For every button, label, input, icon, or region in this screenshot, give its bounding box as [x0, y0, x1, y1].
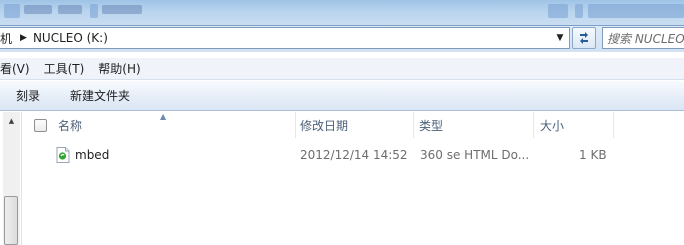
column-header-size[interactable]: 大小 — [534, 112, 614, 138]
breadcrumb-computer[interactable]: 机 — [0, 30, 12, 47]
title-text-blur — [58, 5, 82, 14]
column-header-row: ▲ 名称 修改日期 类型 大小 — [22, 112, 684, 138]
navigation-pane: ▲ — [0, 112, 22, 245]
breadcrumb-drive[interactable]: NUCLEO (K:) — [33, 31, 108, 45]
window-title-bar — [0, 0, 684, 26]
title-refresh[interactable] — [575, 4, 583, 18]
address-bar[interactable]: 机 ▶ NUCLEO (K:) ▼ — [0, 27, 570, 49]
menu-bar: 看(V) 工具(T) 帮助(H) — [0, 58, 684, 80]
title-crumb-arrow — [90, 4, 98, 18]
column-header-modified-label: 修改日期 — [300, 118, 349, 133]
file-type: 360 se HTML Do... — [420, 148, 530, 162]
scroll-thumb[interactable] — [4, 196, 18, 245]
search-placeholder: 搜索 NUCLEO — [607, 31, 684, 46]
menu-help[interactable]: 帮助(H) — [91, 60, 147, 77]
column-header-type[interactable]: 类型 — [414, 112, 534, 138]
search-input[interactable]: 搜索 NUCLEO — [602, 27, 684, 49]
sort-ascending-icon: ▲ — [160, 112, 167, 121]
column-header-name-label: 名称 — [58, 118, 83, 133]
file-name[interactable]: mbed — [75, 143, 109, 167]
navigation-scrollbar[interactable]: ▲ — [3, 112, 20, 245]
column-header-size-label: 大小 — [540, 118, 565, 133]
column-header-type-label: 类型 — [419, 118, 444, 133]
file-row[interactable]: mbed 2012/12/14 14:52 360 se HTML Do... … — [22, 143, 684, 167]
file-modified: 2012/12/14 14:52 — [300, 148, 408, 162]
command-bar: 刻录 新建文件夹 — [0, 81, 684, 111]
html-document-icon — [56, 147, 70, 163]
menu-view[interactable]: 看(V) — [0, 60, 37, 77]
menu-tools[interactable]: 工具(T) — [37, 60, 92, 77]
new-folder-button[interactable]: 新建文件夹 — [62, 87, 138, 104]
refresh-icon — [580, 32, 588, 44]
column-header-modified[interactable]: 修改日期 — [296, 112, 414, 138]
title-dropdown[interactable] — [548, 4, 568, 18]
address-row: 机 ▶ NUCLEO (K:) ▼ 搜索 NUCLEO — [0, 26, 684, 52]
address-history-chevron-down-icon[interactable]: ▼ — [553, 31, 567, 45]
refresh-button[interactable] — [572, 27, 596, 49]
back-button[interactable] — [4, 4, 20, 18]
burn-button[interactable]: 刻录 — [8, 87, 48, 104]
file-size: 1 KB — [579, 148, 607, 162]
title-text-blur — [24, 5, 52, 14]
column-header-name[interactable]: ▲ 名称 — [22, 112, 296, 138]
scroll-up-arrow-icon[interactable]: ▲ — [3, 114, 20, 128]
title-search[interactable] — [588, 4, 684, 18]
title-text-blur — [102, 5, 142, 14]
breadcrumb-separator-icon[interactable]: ▶ — [20, 33, 27, 43]
